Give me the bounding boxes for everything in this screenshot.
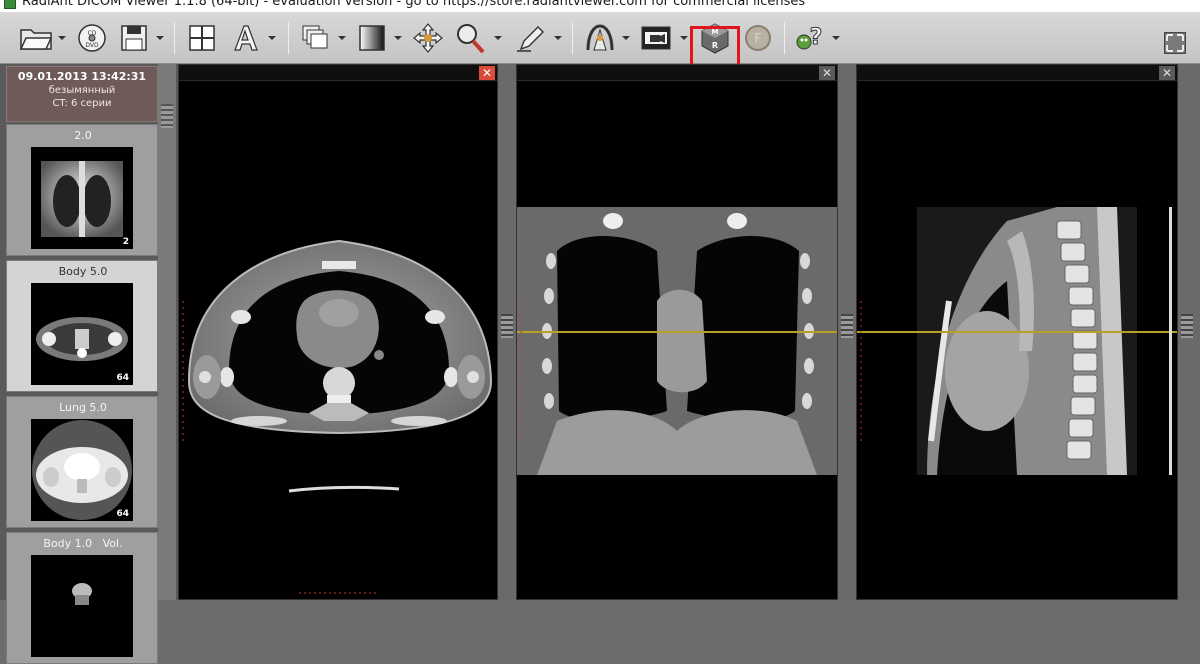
study-header[interactable]: 09.01.2013 13:42:31 безымянный CT: 6 сер…	[6, 66, 158, 122]
fullscreen-icon	[1166, 34, 1184, 52]
series-item[interactable]: Body 5.0 64	[6, 260, 158, 392]
patient-name: безымянный	[48, 85, 116, 96]
series-item[interactable]: Body 1.0 Vol.	[6, 532, 158, 664]
svg-text:?: ?	[810, 25, 823, 50]
zoom-button[interactable]	[452, 21, 488, 55]
viewport-sagittal[interactable]: ✕	[856, 64, 1178, 600]
save-dropdown[interactable]	[156, 34, 164, 42]
series-label: 2.0	[74, 129, 92, 142]
fusion-coin-icon: F	[745, 25, 771, 51]
toolbar-separator	[288, 22, 289, 54]
fullscreen-button[interactable]	[1164, 32, 1186, 54]
annotation-button[interactable]	[228, 21, 264, 55]
viewport-header: ✕	[517, 65, 837, 81]
fusion-button[interactable]: F	[740, 21, 776, 55]
sidebar-scrollbar[interactable]	[158, 64, 176, 600]
open-button[interactable]	[18, 21, 54, 55]
series-button[interactable]	[298, 21, 334, 55]
series-item[interactable]: 2.0 2	[6, 124, 158, 256]
sagittal-ct-image	[857, 207, 1177, 475]
pen-icon	[517, 26, 544, 52]
toolbar-separator	[174, 22, 175, 54]
app-icon	[4, 0, 16, 9]
layout-button[interactable]	[184, 21, 220, 55]
svg-text:CD: CD	[88, 30, 97, 37]
viewport-header: ✕	[857, 65, 1177, 81]
series-sidebar: 09.01.2013 13:42:31 безымянный CT: 6 сер…	[0, 64, 178, 664]
toolbar-separator	[572, 22, 573, 54]
viewport-close-button[interactable]: ✕	[819, 66, 835, 80]
viewport-header: ✕	[179, 65, 497, 81]
save-button[interactable]	[116, 21, 152, 55]
folder-icon	[19, 29, 53, 50]
3d-reconstruction-button[interactable]	[582, 21, 618, 55]
viewport-divider[interactable]	[838, 64, 856, 600]
series-item[interactable]: Lung 5.0 64	[6, 396, 158, 528]
axial-ct-image	[182, 239, 493, 594]
viewport-close-button[interactable]: ✕	[1159, 66, 1175, 80]
grid-layout-icon	[189, 25, 215, 51]
viewport-divider[interactable]	[498, 64, 516, 600]
annotation-dropdown[interactable]	[268, 34, 276, 42]
pan-button[interactable]	[410, 21, 446, 55]
viewport-coronal[interactable]: ✕	[516, 64, 838, 600]
cd-dvd-icon: CD DVD	[78, 24, 106, 52]
stack-icon	[302, 25, 328, 49]
series-label: Lung 5.0	[59, 401, 107, 414]
window-level-button[interactable]	[354, 21, 390, 55]
magnifier-icon	[457, 24, 485, 54]
series-label: Body 1.0 Vol.	[43, 537, 123, 550]
3d-reconstruction-icon	[586, 24, 614, 51]
zoom-dropdown[interactable]	[494, 34, 502, 42]
cine-button[interactable]	[638, 21, 674, 55]
study-date: 09.01.2013 13:42:31	[17, 70, 147, 83]
text-a-icon	[234, 25, 258, 51]
series-label: Body 5.0	[58, 265, 108, 278]
sidebar-scroll-grip[interactable]	[161, 104, 173, 128]
main-toolbar: CD DVD MR F ?	[0, 12, 1200, 72]
series-image-count: 64	[116, 373, 129, 383]
pan-arrows-icon	[413, 23, 443, 53]
window-title: RadiAnt DICOM Viewer 1.1.8 (64-bit) - ev…	[22, 0, 806, 9]
viewport-divider-grip[interactable]	[841, 314, 853, 338]
cd-dvd-button[interactable]: CD DVD	[74, 21, 110, 55]
svg-text:F: F	[754, 32, 761, 47]
series-thumbnail: 64	[31, 283, 133, 385]
series-image-count: 2	[122, 237, 129, 247]
open-dropdown[interactable]	[58, 34, 66, 42]
series-thumbnail: 2	[31, 147, 133, 249]
coronal-ct-image	[517, 207, 837, 475]
viewport-axial[interactable]: ✕	[178, 64, 498, 600]
cine-dropdown[interactable]	[680, 34, 688, 42]
study-series-summary: CT: 6 серии	[52, 98, 112, 109]
viewport-divider-grip[interactable]	[1181, 314, 1193, 338]
viewport-close-button[interactable]: ✕	[479, 66, 495, 80]
svg-text:DVD: DVD	[85, 42, 99, 49]
gradient-icon	[359, 25, 385, 51]
viewport-divider[interactable]	[1178, 64, 1200, 600]
draw-button[interactable]	[512, 21, 548, 55]
floppy-icon	[121, 25, 147, 51]
window-level-dropdown[interactable]	[394, 34, 402, 42]
series-thumbnail: 64	[31, 419, 133, 521]
series-image-count: 64	[116, 509, 129, 519]
viewport-divider-grip[interactable]	[501, 314, 513, 338]
toolbar-separator	[784, 22, 785, 54]
help-button[interactable]: ?	[792, 21, 828, 55]
series-dropdown[interactable]	[338, 34, 346, 42]
title-bar: RadiAnt DICOM Viewer 1.1.8 (64-bit) - ev…	[0, 0, 1200, 12]
help-dropdown[interactable]	[832, 34, 840, 42]
help-question-icon: ?	[796, 25, 823, 51]
film-icon	[641, 26, 671, 50]
3d-dropdown[interactable]	[622, 34, 630, 42]
series-thumbnail	[31, 555, 133, 657]
draw-dropdown[interactable]	[554, 34, 562, 42]
